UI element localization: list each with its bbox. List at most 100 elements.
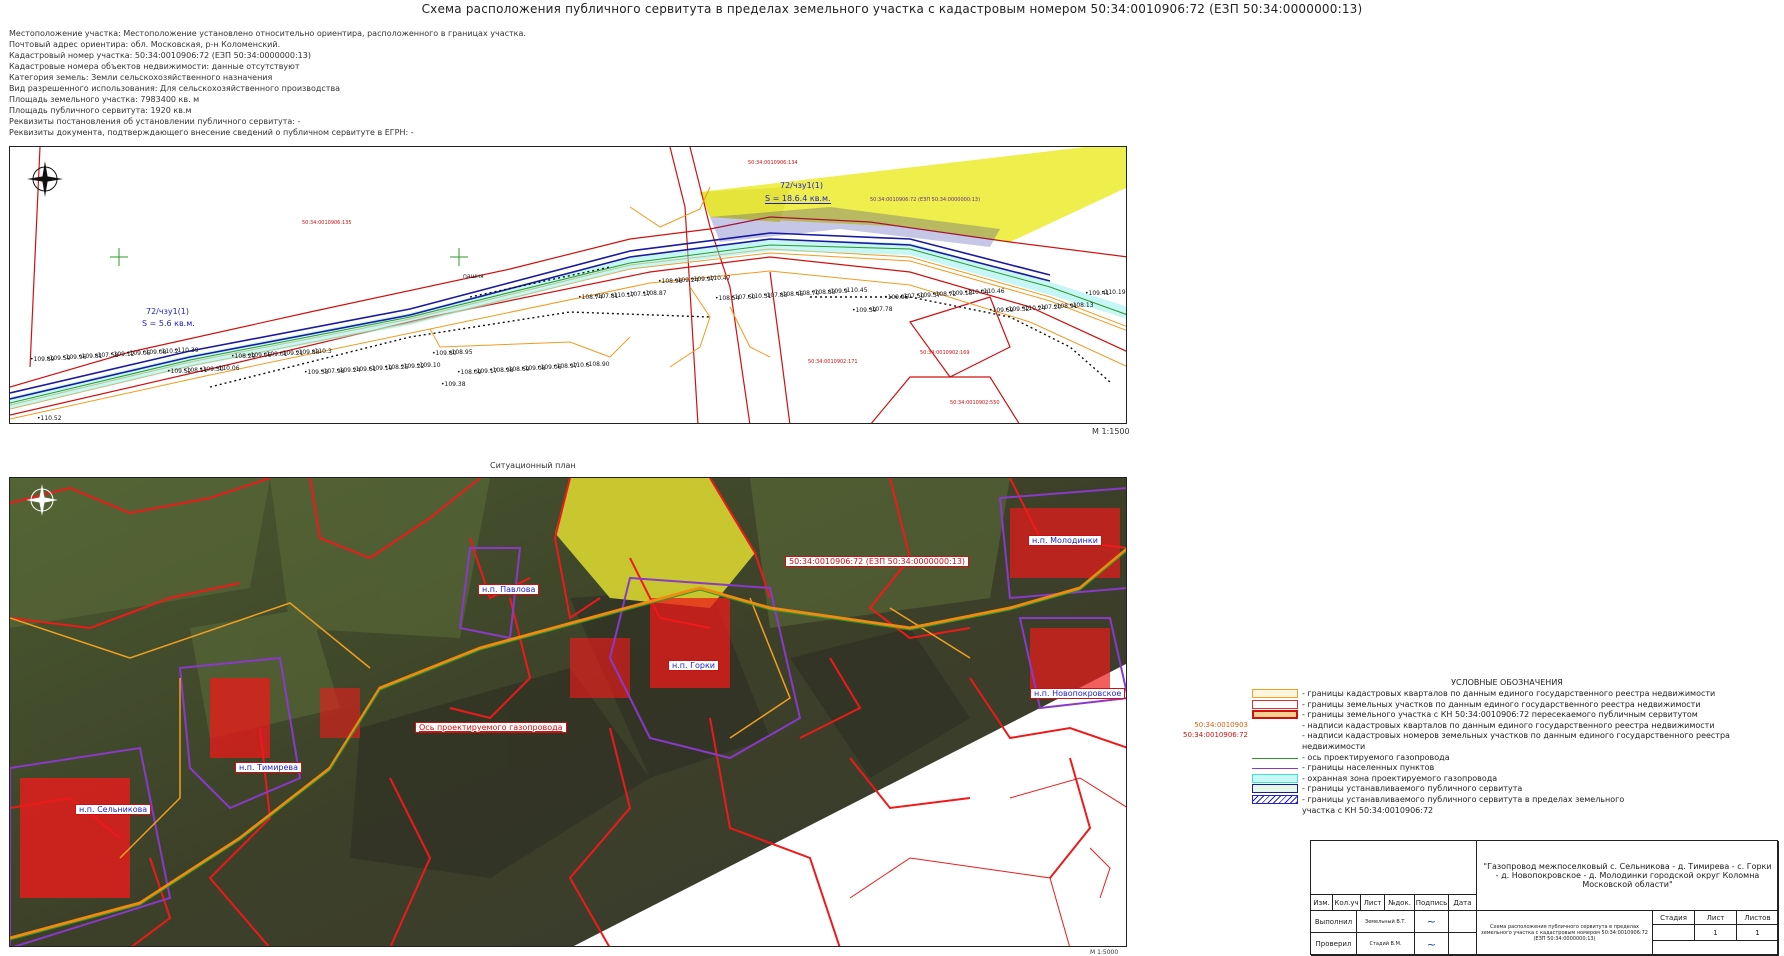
detail-map-canvas — [10, 147, 1126, 423]
elevation-label: •109.10 — [416, 362, 441, 370]
servitude-1-area: S = 18.6.4 кв.м. — [765, 194, 831, 204]
legend-item: - границы устанавливаемого публичного се… — [1214, 794, 1714, 806]
sheet-header: Лист — [1695, 911, 1737, 925]
legend-item: - границы земельного участка с КН 50:34:… — [1214, 710, 1714, 721]
info-line: Площадь публичного сервитута: 1920 кв.м — [9, 106, 192, 115]
date-checked — [1449, 933, 1477, 956]
legend-item: - границы кадастровых кварталов по данны… — [1214, 689, 1715, 700]
situation-plan-title: Ситуационный план — [490, 461, 576, 470]
legend-item: 50:34:0010903 - надписи кадастровых кварт… — [1194, 720, 1715, 732]
detail-map-scale: М 1:1500 — [1092, 427, 1130, 436]
parcel-info-block: Местоположение участка: Местоположение у… — [9, 28, 526, 138]
elevation-label: •108.87 — [642, 289, 667, 297]
role-performed: Выполнил — [1311, 911, 1357, 933]
legend-text: - границы населенных пунктов — [1302, 763, 1435, 773]
elevation-label: •108.13 — [1069, 302, 1094, 310]
stage-header: Стадия — [1653, 911, 1695, 925]
info-line: Категория земель: Земли сельскохозяйстве… — [9, 73, 273, 82]
parcel-label: 50:34:0010902:171 — [808, 359, 858, 365]
parcel-callout: 50:34:0010906:72 (ЕЗП 50:34:0000000:13) — [785, 556, 970, 567]
sheets-header: Листов — [1737, 911, 1779, 925]
legend-symbol: 50:34:0010906:72 — [1183, 731, 1298, 740]
date-performed — [1449, 911, 1477, 933]
legend-symbol — [1252, 773, 1298, 783]
header-izm: Изм. — [1311, 895, 1333, 911]
page-title: Схема расположения публичного сервитута … — [421, 2, 1363, 16]
elevation-label: •110.3 — [311, 348, 332, 356]
legend-text: - границы земельных участков по данным е… — [1302, 699, 1701, 709]
elevation-label: •108.90 — [585, 360, 610, 368]
elevation-label: •108.95 — [448, 349, 473, 357]
legend-text: - надписи кадастровых номеров земельных … — [1302, 731, 1730, 741]
elevation-label: •110.46 — [980, 287, 1005, 295]
project-name: "Газопровод межпоселковый с. Сельникова … — [1477, 841, 1779, 911]
detail-map[interactable]: 72/чзу1(1) S = 18.6.4 кв.м. 72/чзу1(1) S… — [9, 146, 1127, 424]
north-arrow-icon — [27, 161, 63, 197]
title-block: "Газопровод межпоселковый с. Сельникова … — [1310, 840, 1779, 956]
legend-text: - охранная зона проектируемого газопрово… — [1302, 773, 1498, 783]
legend-symbol — [1252, 753, 1298, 759]
legend-title: УСЛОВНЫЕ ОБОЗНАЧЕНИЯ — [1451, 678, 1563, 687]
legend-item: 50:34:0010906:72 - надписи кадастровых но… — [1183, 731, 1730, 742]
grid-crosses — [110, 248, 468, 266]
header-ndok: №док. — [1385, 895, 1415, 911]
elevation-label: •110.19 — [1101, 289, 1126, 297]
parcel-label: 50:34:0010902:550 — [950, 400, 1000, 406]
legend-item: участка с КН 50:34:0010906:72 — [1214, 806, 1714, 817]
legend-text: недвижимости — [1302, 741, 1366, 751]
legend-symbol — [1252, 763, 1298, 770]
revision-rows — [1311, 841, 1477, 895]
legend-symbol — [1252, 794, 1298, 804]
legend-symbol — [1252, 710, 1298, 720]
legend: УСЛОВНЫЕ ОБОЗНАЧЕНИЯ - границы кадастров… — [1183, 678, 1730, 817]
legend-item: - охранная зона проектируемого газопрово… — [1214, 773, 1714, 785]
legend-item: - границы населенных пунктов — [1214, 763, 1714, 774]
legend-text: - надписи кадастровых кварталов по данны… — [1302, 720, 1715, 730]
settlement-label-selnikova: н.п. Сельникова — [75, 804, 152, 815]
servitude-boundary — [10, 232, 1051, 400]
elevation-label: •107.78 — [868, 305, 893, 313]
header-podpis: Подпись — [1415, 895, 1449, 911]
legend-text: - границы земельного участка с КН 50:34:… — [1302, 710, 1698, 720]
legend-symbol — [1252, 689, 1298, 698]
signature-icon: ~ — [1415, 933, 1449, 956]
elevation-label: •109.38 — [441, 381, 466, 389]
servitude-2-area: S = 5.6 кв.м. — [142, 319, 195, 328]
settlement-label-gorki: н.п. Горки — [668, 660, 719, 671]
sheet-value: 1 — [1695, 925, 1737, 941]
situation-map[interactable]: н.п. Павлова н.п. Горки н.п. Тимирева н.… — [9, 477, 1127, 947]
elevation-label: •110.52 — [37, 415, 62, 422]
legend-symbol: 50:34:0010903 — [1194, 721, 1298, 730]
info-line: Вид разрешенного использования: Для сель… — [9, 84, 341, 93]
situation-map-canvas — [10, 478, 1126, 946]
document-title: Схема расположения публичного сервитута … — [1477, 911, 1653, 956]
elevation-label: •110.39 — [174, 347, 199, 355]
parcel-label: 50:34:0010906:134 — [748, 160, 798, 166]
info-line: Почтовый адрес ориентира: обл. Московска… — [9, 40, 281, 49]
pipeline-axis-callout: Ось проектируемого газопровода — [415, 722, 567, 733]
info-line: Реквизиты постановления об установлении … — [9, 117, 301, 126]
settlement-label-pavlova: н.п. Павлова — [478, 584, 540, 595]
info-line: Площадь земельного участка: 7983400 кв. … — [9, 95, 200, 104]
legend-symbol — [1252, 742, 1298, 751]
parcel-label: 50:34:0010902:169 — [920, 350, 970, 356]
legend-item: - границы устанавливаемого публичного се… — [1214, 784, 1714, 795]
stage-value — [1653, 925, 1695, 941]
info-line: Кадастровый номер участка: 50:34:0010906… — [9, 51, 311, 60]
info-line: Реквизиты документа, подтверждающего вне… — [9, 128, 414, 137]
role-checked: Проверил — [1311, 933, 1357, 956]
settlement-label-timireva: н.п. Тимирева — [235, 762, 303, 773]
legend-symbol — [1252, 784, 1298, 794]
info-line: Кадастровые номера объектов недвижимости… — [9, 62, 300, 71]
sheets-value: 1 — [1737, 925, 1779, 941]
parcel-label: 50:34:0010906:135 — [302, 220, 352, 226]
header-data: Дата — [1449, 895, 1477, 911]
legend-text: - границы устанавливаемого публичного се… — [1302, 784, 1523, 794]
parcel-label: 50:34:0010906:72 (ЕЗП 50:34:0000000:13) — [870, 197, 981, 203]
settlement-label-molodinki: н.п. Молодинки — [1028, 535, 1102, 546]
header-list: Лист — [1361, 895, 1385, 911]
name-checked: Стадий В.М. — [1357, 933, 1415, 956]
parcels-outside-imagery — [849, 777, 1126, 946]
settlement-label-novopokrovskoe: н.п. Новопокровское — [1030, 688, 1126, 699]
land-use-label: пашня — [463, 273, 484, 280]
